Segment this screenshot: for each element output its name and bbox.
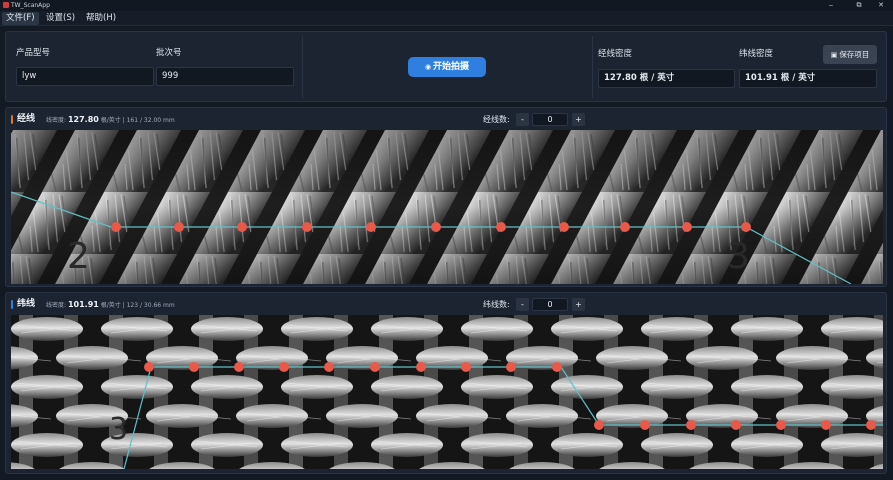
- warp-marker[interactable]: [237, 222, 247, 232]
- weft-marker[interactable]: [552, 362, 562, 372]
- weft-marker[interactable]: [461, 362, 471, 372]
- app-icon: [3, 2, 9, 8]
- menu-settings[interactable]: 设置(S): [42, 12, 79, 25]
- weft-marker[interactable]: [234, 362, 244, 372]
- weft-marker[interactable]: [866, 420, 876, 430]
- product-model-label: 产品型号: [16, 48, 51, 58]
- weft-marker[interactable]: [821, 420, 831, 430]
- warp-marker[interactable]: [496, 222, 506, 232]
- panel-divider: [592, 36, 593, 98]
- save-project-button[interactable]: ▣ 保存项目: [823, 45, 877, 64]
- menu-bar: 文件(F) 设置(S) 帮助(H): [0, 11, 893, 26]
- warp-accent-bar: [11, 115, 13, 124]
- warp-density-field: 127.80 根 / 英寸: [598, 69, 735, 88]
- weft-count-decrement[interactable]: -: [516, 298, 529, 311]
- warp-section: 经线 线密度: 127.80 根/英寸 | 161 / 32.00 mm 经线数…: [5, 107, 887, 287]
- weft-section: 纬线 线密度: 101.91 根/英寸 | 123 / 30.66 mm 纬线数…: [5, 292, 887, 474]
- batch-number-input[interactable]: 999: [156, 67, 294, 86]
- weft-marker[interactable]: [144, 362, 154, 372]
- warp-marker[interactable]: [559, 222, 569, 232]
- weft-marker[interactable]: [279, 362, 289, 372]
- warp-count-decrement[interactable]: -: [516, 113, 529, 126]
- weft-marker[interactable]: [686, 420, 696, 430]
- weft-fabric-texture: [11, 315, 883, 469]
- close-button[interactable]: ✕: [872, 0, 890, 11]
- weft-marker[interactable]: [189, 362, 199, 372]
- batch-number-label: 批次号: [156, 48, 182, 58]
- weft-marker[interactable]: [370, 362, 380, 372]
- weft-marker[interactable]: [506, 362, 516, 372]
- weft-image-view[interactable]: 3: [11, 315, 883, 469]
- project-panel: 产品型号 lyw 批次号 999 ◉ 开始拍摄 经线密度 127.80 根 / 英…: [5, 31, 887, 102]
- weft-meta-prefix: 线密度:: [46, 302, 67, 309]
- window-title: TW_ScanApp: [11, 2, 50, 9]
- warp-count-input[interactable]: 0: [532, 113, 568, 126]
- weft-marker[interactable]: [416, 362, 426, 372]
- warp-image-canvas: 2 3: [11, 130, 883, 284]
- weft-density-field: 101.91 根 / 英寸: [739, 69, 877, 88]
- weft-count-increment[interactable]: +: [572, 298, 585, 311]
- warp-meta-suffix: 根/英寸 | 161 / 32.00 mm: [100, 117, 175, 124]
- warp-density-meta: 线密度: 127.80 根/英寸 | 161 / 32.00 mm: [46, 115, 175, 125]
- weft-count-input[interactable]: 0: [532, 298, 568, 311]
- warp-marker[interactable]: [682, 222, 692, 232]
- weft-marker[interactable]: [324, 362, 334, 372]
- minimize-button[interactable]: ‒: [822, 0, 840, 11]
- weft-title: 纬线: [17, 299, 36, 309]
- warp-fabric-shading: [11, 130, 883, 284]
- save-project-label: 保存项目: [839, 50, 870, 59]
- weft-digit-left: 3: [109, 412, 128, 447]
- warp-meta-value: 127.80: [67, 115, 99, 124]
- start-capture-button[interactable]: ◉ 开始拍摄: [408, 57, 486, 77]
- warp-marker[interactable]: [620, 222, 630, 232]
- warp-meta-prefix: 线密度:: [46, 117, 67, 124]
- camera-icon: ◉: [424, 63, 432, 71]
- weft-meta-value: 101.91: [67, 300, 99, 309]
- warp-marker[interactable]: [111, 222, 121, 232]
- title-bar: TW_ScanApp ‒ ⧉ ✕: [0, 0, 893, 11]
- weft-image-canvas: 3: [11, 315, 883, 469]
- warp-marker[interactable]: [741, 222, 751, 232]
- warp-marker[interactable]: [174, 222, 184, 232]
- weft-count-label: 纬线数:: [483, 300, 510, 309]
- warp-digit-left: 2: [67, 236, 90, 277]
- weft-accent-bar: [11, 300, 13, 309]
- warp-density-label: 经线密度: [598, 49, 633, 59]
- weft-marker[interactable]: [640, 420, 650, 430]
- warp-image-view[interactable]: 2 3: [11, 130, 883, 284]
- start-capture-label: 开始拍摄: [433, 62, 470, 72]
- warp-title: 经线: [17, 114, 36, 124]
- weft-marker[interactable]: [731, 420, 741, 430]
- weft-density-meta: 线密度: 101.91 根/英寸 | 123 / 30.66 mm: [46, 300, 175, 310]
- weft-marker[interactable]: [776, 420, 786, 430]
- weft-marker[interactable]: [594, 420, 604, 430]
- save-icon: ▣: [830, 51, 838, 59]
- warp-count-increment[interactable]: +: [572, 113, 585, 126]
- menu-file[interactable]: 文件(F): [2, 12, 39, 25]
- weft-meta-suffix: 根/英寸 | 123 / 30.66 mm: [100, 302, 175, 309]
- warp-count-label: 经线数:: [483, 115, 510, 124]
- warp-marker[interactable]: [366, 222, 376, 232]
- maximize-button[interactable]: ⧉: [850, 0, 868, 11]
- weft-density-label: 纬线密度: [739, 49, 774, 59]
- menu-help[interactable]: 帮助(H): [82, 12, 120, 25]
- warp-marker[interactable]: [302, 222, 312, 232]
- product-model-input[interactable]: lyw: [16, 67, 154, 86]
- warp-digit-right: 3: [727, 236, 750, 277]
- warp-marker[interactable]: [431, 222, 441, 232]
- panel-divider: [302, 36, 303, 98]
